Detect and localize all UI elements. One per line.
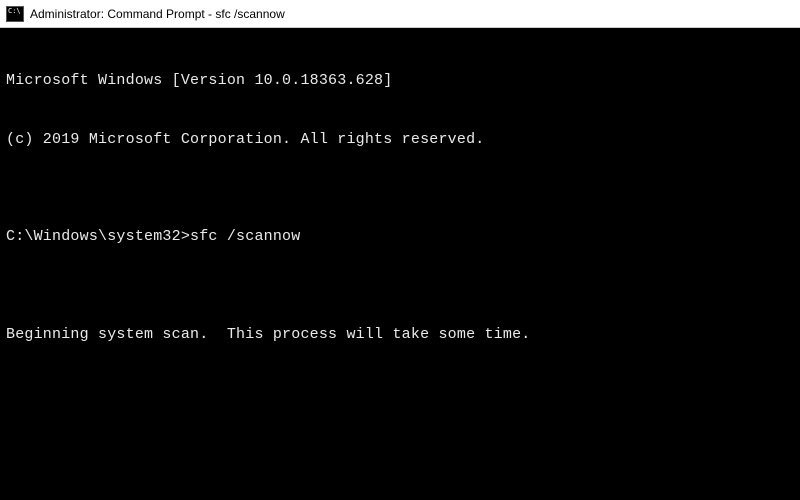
prompt-path: C:\Windows\system32> [6, 227, 190, 247]
entered-command: sfc /scannow [190, 227, 300, 247]
cmd-icon [6, 6, 24, 22]
status-line: Beginning system scan. This process will… [6, 325, 794, 345]
window-title: Administrator: Command Prompt - sfc /sca… [30, 7, 285, 21]
prompt-line: C:\Windows\system32>sfc /scannow [6, 227, 794, 247]
copyright-line: (c) 2019 Microsoft Corporation. All righ… [6, 130, 794, 150]
titlebar[interactable]: Administrator: Command Prompt - sfc /sca… [0, 0, 800, 28]
command-prompt-window: Administrator: Command Prompt - sfc /sca… [0, 0, 800, 500]
version-line: Microsoft Windows [Version 10.0.18363.62… [6, 71, 794, 91]
terminal-area[interactable]: Microsoft Windows [Version 10.0.18363.62… [0, 28, 800, 500]
